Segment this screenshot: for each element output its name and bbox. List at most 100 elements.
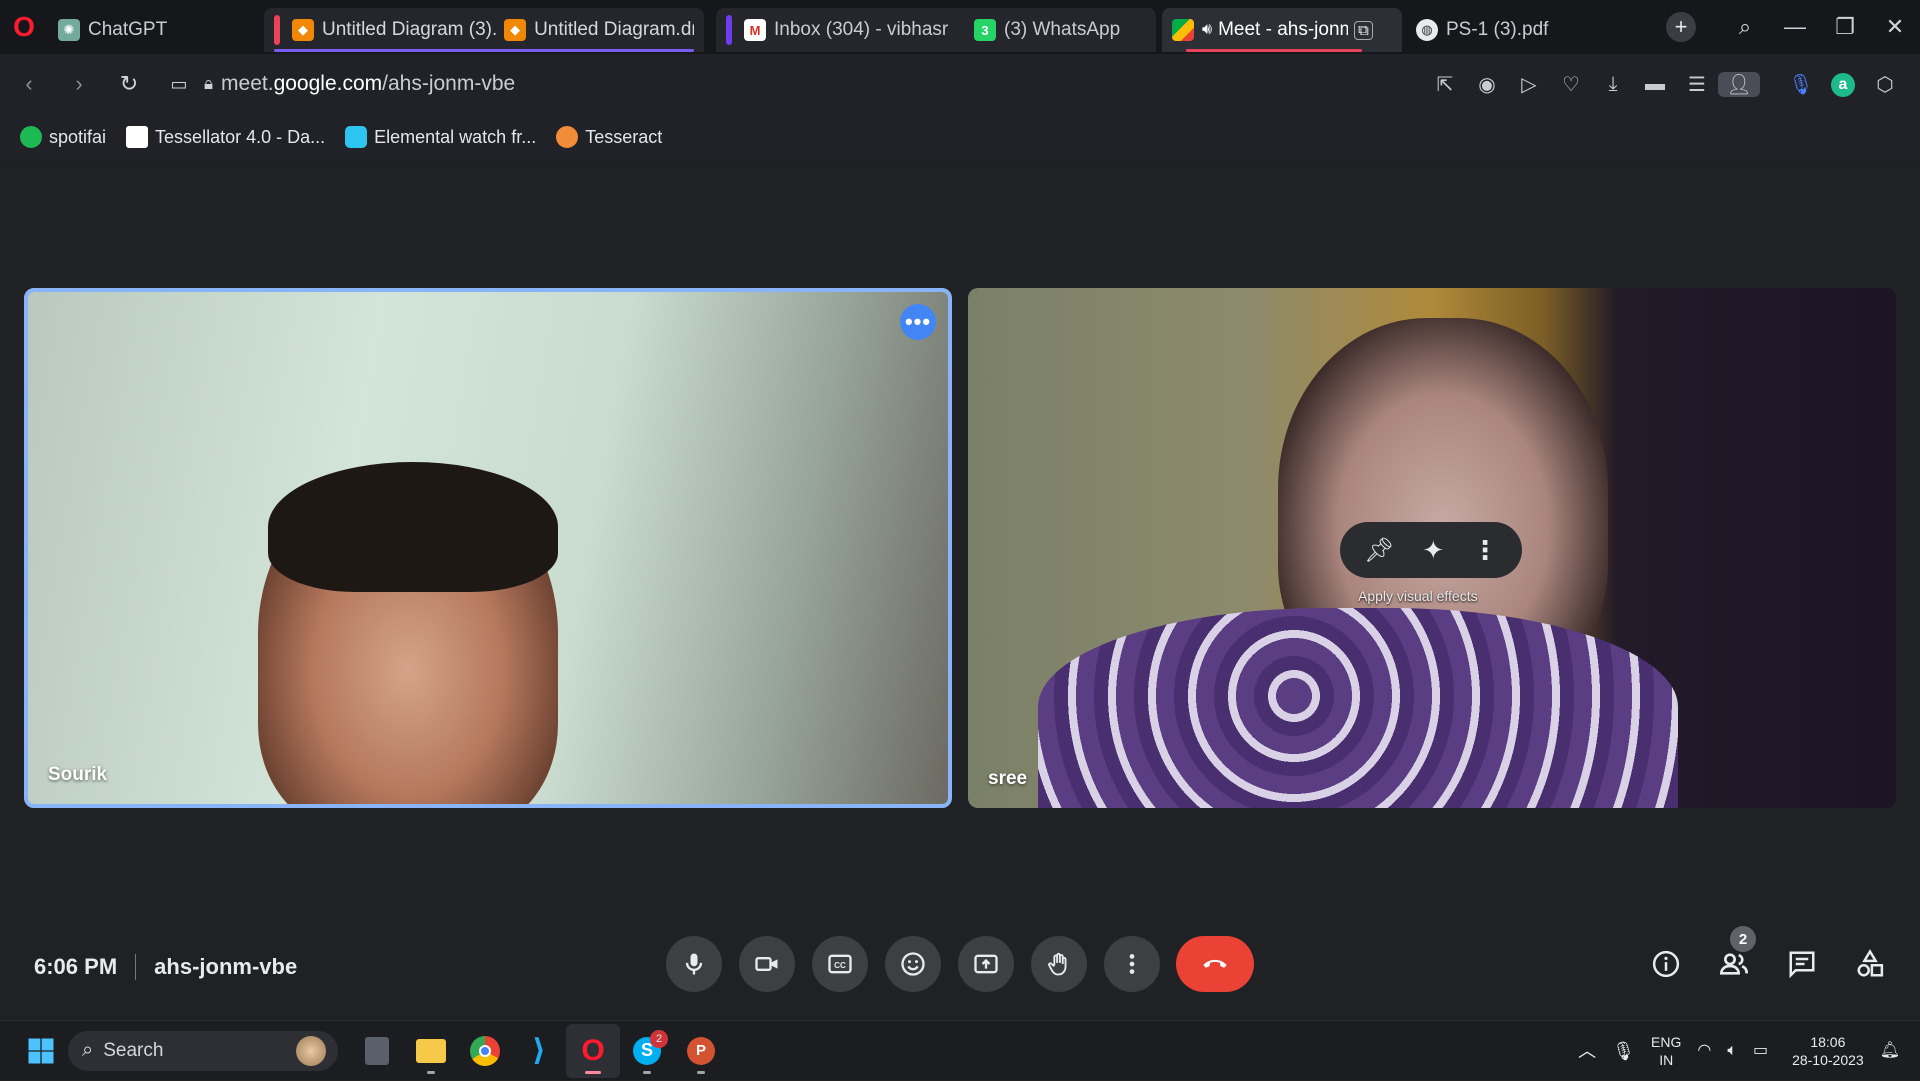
captions-button[interactable]: CC <box>812 936 868 992</box>
file-explorer-app[interactable] <box>404 1024 458 1078</box>
vscode-icon: ⟩ <box>532 1034 546 1067</box>
tessellator-icon <box>126 126 149 148</box>
profile-icon[interactable]: 👤︎ <box>1718 71 1760 97</box>
clock[interactable]: 18:06 28-10-2023 <box>1792 1033 1864 1069</box>
windows-taskbar: ⌕ Search ⟩ O S2 P ︿ 🎙︎ ENG IN ◠ 🔈︎ ▭ 18:… <box>0 1020 1920 1080</box>
battery-icon[interactable]: ▭ <box>1753 1042 1768 1060</box>
meet-icon <box>1172 19 1194 41</box>
bookmark-tesseract[interactable]: Tesseract <box>556 126 662 148</box>
visual-effects-sparkle-icon[interactable]: ✦ <box>1422 535 1444 566</box>
microphone-tray-icon[interactable]: 🎙︎ <box>1612 1042 1635 1060</box>
activities-button[interactable] <box>1846 940 1894 988</box>
notification-bell-icon[interactable]: 🔔︎ <box>1880 1042 1900 1060</box>
tile-hover-controls: 📌︎ ✦ ⋮ <box>1340 522 1522 578</box>
mic-extension-icon[interactable]: 🎙︎ <box>1780 72 1822 97</box>
address-bar: ‹ › ↻ ▭ 🔒︎ meet.google.com/ahs-jonm-vbe … <box>0 54 1920 114</box>
skype-app[interactable]: S2 <box>620 1024 674 1078</box>
tab-gmail-inbox[interactable]: Inbox (304) - vibhasr <box>774 19 964 41</box>
wifi-icon[interactable]: ◠ <box>1697 1042 1711 1060</box>
new-tab-button[interactable]: + <box>1666 12 1696 42</box>
calculator-app[interactable] <box>350 1024 404 1078</box>
present-to-all-icon <box>974 954 998 974</box>
raise-hand-button[interactable] <box>1031 936 1087 992</box>
bookmark-tessellator[interactable]: Tessellator 4.0 - Da... <box>126 126 325 148</box>
snapshot-icon[interactable]: ◉ <box>1466 72 1508 97</box>
chrome-app[interactable] <box>458 1024 512 1078</box>
more-vert-icon[interactable]: ⋮ <box>1472 535 1498 566</box>
bookmark-elemental-watch[interactable]: Elemental watch fr... <box>345 126 536 148</box>
meet-stage: ••• Sourik 📌︎ ✦ ⋮ Apply visual effects s… <box>0 164 1920 1018</box>
forward-button[interactable]: › <box>54 71 104 97</box>
close-button[interactable]: ✕ <box>1870 14 1920 40</box>
taskbar-search[interactable]: ⌕ Search <box>68 1030 338 1071</box>
bookmark-spotifai[interactable]: spotifai <box>20 126 106 148</box>
aria-icon[interactable]: a <box>1822 72 1864 97</box>
present-screen-button[interactable] <box>958 936 1014 992</box>
video-tile-sree[interactable]: 📌︎ ✦ ⋮ Apply visual effects sree <box>968 288 1896 808</box>
camera-button[interactable] <box>739 936 795 992</box>
address-bar-actions: ⇱ ◉ ▷ ♡ ⤓ ▬ ☰ 👤︎ 🎙︎ a ⬡ <box>1424 54 1906 114</box>
pin-icon[interactable]: 📌︎ <box>1364 536 1394 565</box>
tab-untitled-diagram[interactable]: Untitled Diagram.dra <box>534 19 694 41</box>
heart-icon[interactable]: ♡ <box>1550 72 1592 97</box>
meeting-details-button[interactable] <box>1642 940 1690 988</box>
download-icon[interactable]: ⤓ <box>1592 73 1634 96</box>
emoji-icon <box>901 952 925 976</box>
microphone-icon <box>685 953 703 975</box>
powerpoint-app[interactable]: P <box>674 1024 728 1078</box>
people-icon <box>1719 953 1748 975</box>
minimize-button[interactable]: — <box>1770 14 1820 40</box>
start-button[interactable] <box>14 1024 68 1078</box>
info-icon <box>1652 950 1680 978</box>
divider <box>135 954 137 980</box>
browser-tab-bar: O ✺ ChatGPT ◆ Untitled Diagram (3).. ◆ U… <box>0 0 1920 54</box>
chrome-icon <box>470 1035 500 1066</box>
battery-saver-icon[interactable]: ▬ <box>1634 73 1676 96</box>
easy-setup-icon[interactable]: ☰ <box>1676 72 1718 97</box>
folder-icon <box>416 1038 446 1063</box>
tab-group-marker <box>726 15 732 45</box>
video-tile-sourik[interactable]: ••• Sourik <box>24 288 952 808</box>
reactions-button[interactable] <box>885 936 941 992</box>
tab-group-marker <box>274 15 280 45</box>
tab-pdf[interactable]: ◍ PS-1 (3).pdf <box>1406 8 1576 52</box>
vscode-app[interactable]: ⟩ <box>512 1024 566 1078</box>
participant-name: Sourik <box>48 764 108 785</box>
microphone-button[interactable] <box>666 936 722 992</box>
chevron-up-icon[interactable]: ︿ <box>1578 1042 1596 1060</box>
opera-app[interactable]: O <box>566 1023 620 1078</box>
flow-icon[interactable]: ▷ <box>1508 72 1550 97</box>
restore-button[interactable]: ❐ <box>1820 14 1870 40</box>
volume-icon[interactable]: 🔈︎ <box>1727 1042 1737 1060</box>
chat-icon <box>1789 951 1815 979</box>
videocam-icon <box>755 957 778 971</box>
participant-hair <box>268 462 558 592</box>
camera-indicator-icon[interactable]: ▭ <box>154 74 204 95</box>
input-language[interactable]: ENG IN <box>1651 1033 1681 1069</box>
search-tabs-icon[interactable]: ⌕ <box>1720 14 1770 40</box>
more-options-button[interactable] <box>1104 936 1160 992</box>
back-button[interactable]: ‹ <box>4 71 54 97</box>
chat-button[interactable] <box>1778 940 1826 988</box>
tab-google-meet[interactable]: 🔊︎ Meet - ahs-jonm ⧉ <box>1162 8 1402 52</box>
leave-call-button[interactable] <box>1176 936 1254 992</box>
lock-icon[interactable]: 🔒︎ <box>204 74 213 94</box>
extensions-cube-icon[interactable]: ⬡ <box>1864 72 1906 97</box>
share-icon[interactable]: ⇱ <box>1424 72 1466 97</box>
url-field[interactable]: meet.google.com/ahs-jonm-vbe <box>221 72 515 96</box>
people-button[interactable]: 2 <box>1710 926 1758 988</box>
speaker-icon[interactable]: 🔊︎ <box>1202 21 1212 39</box>
window-controls: ⌕ — ❐ ✕ <box>1720 0 1920 54</box>
picture-in-picture-icon[interactable]: ⧉ <box>1354 20 1373 40</box>
activities-shapes-icon <box>1857 949 1884 977</box>
hand-icon <box>1048 952 1067 976</box>
tab-group-diagrams: ◆ Untitled Diagram (3).. ◆ Untitled Diag… <box>264 8 704 52</box>
tile-more-options-icon[interactable]: ••• <box>900 304 936 340</box>
reload-button[interactable]: ↻ <box>104 71 154 97</box>
calculator-icon <box>365 1036 389 1065</box>
tab-chatgpt[interactable]: ✺ ChatGPT <box>48 8 258 52</box>
opera-logo-icon[interactable]: O <box>0 0 48 54</box>
visual-effects-tooltip: Apply visual effects <box>1358 588 1478 604</box>
tab-whatsapp[interactable]: (3) WhatsApp <box>1004 19 1120 41</box>
tab-untitled-diagram-3[interactable]: Untitled Diagram (3).. <box>322 19 496 41</box>
